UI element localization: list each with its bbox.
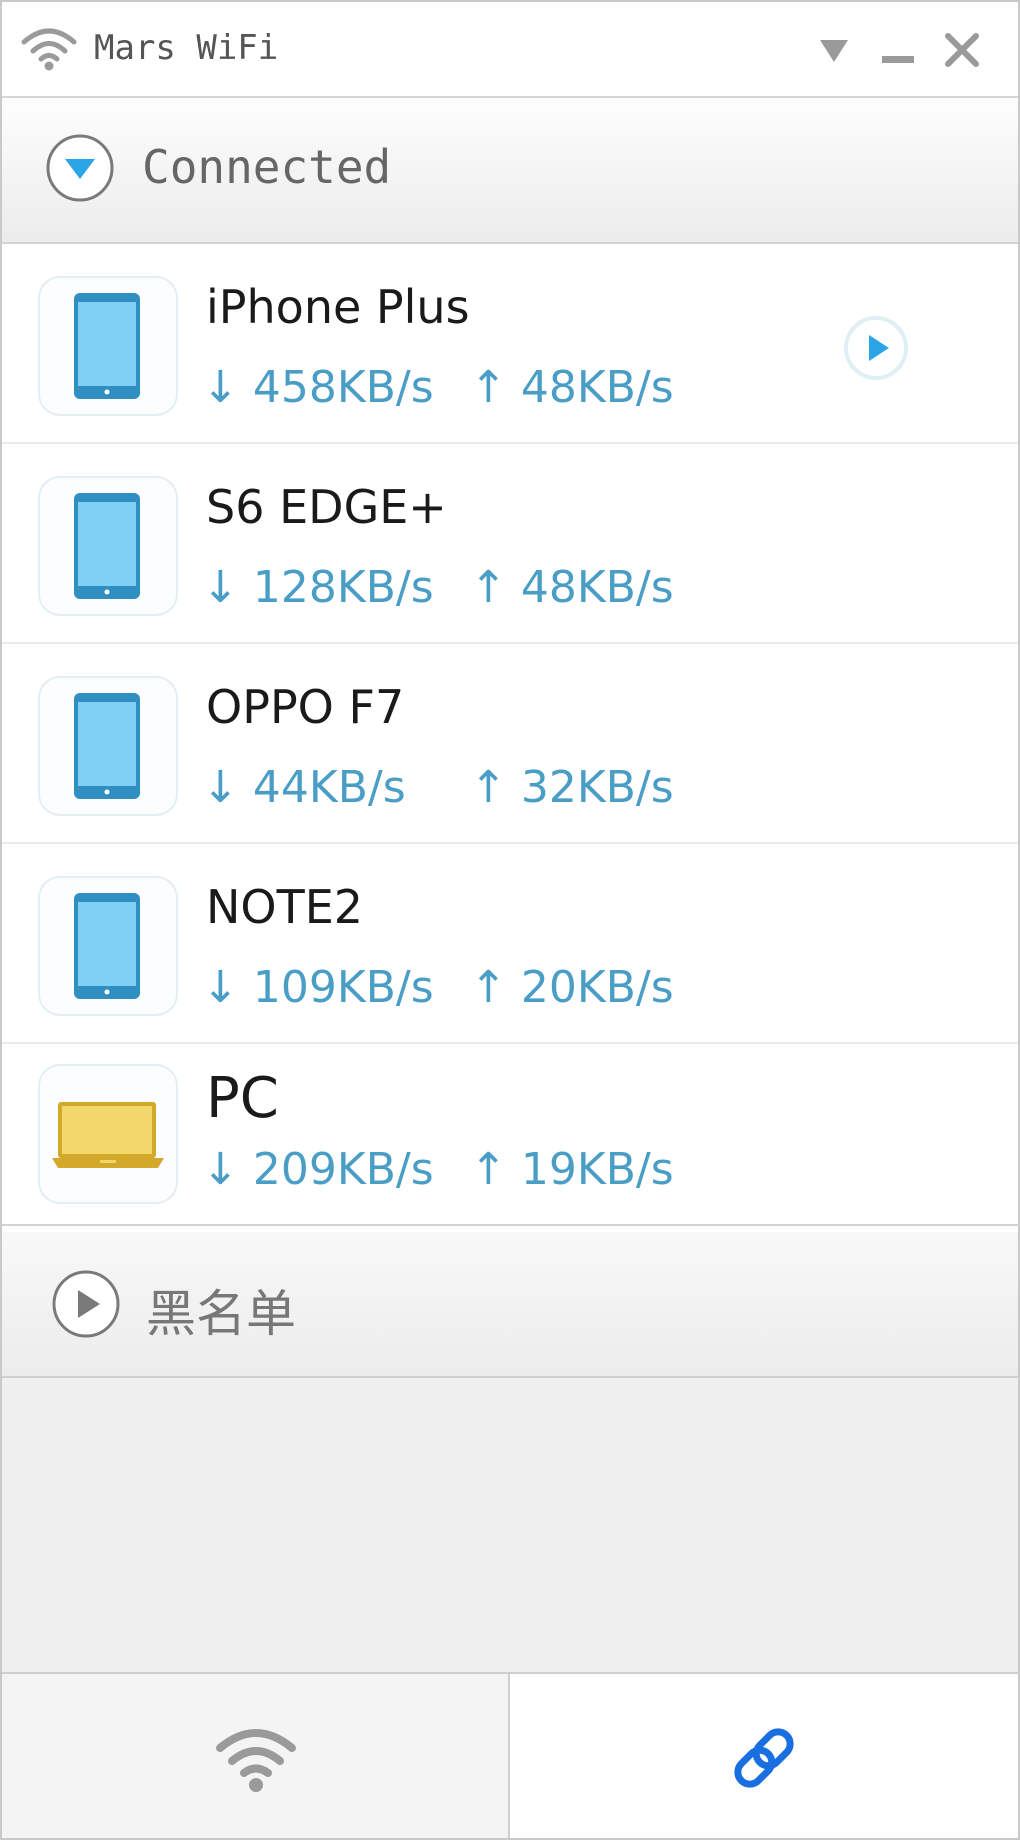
blacklist-section-header[interactable]: 黑名单 bbox=[2, 1232, 1018, 1378]
upload-speed: ↑ 48KB/s bbox=[470, 362, 674, 413]
upload-value: 20KB/s bbox=[520, 962, 674, 1013]
upload-speed: ↑ 20KB/s bbox=[470, 962, 674, 1013]
window-title: Mars WiFi bbox=[94, 28, 279, 68]
download-value: 128KB/s bbox=[252, 562, 434, 613]
wifi-icon bbox=[21, 28, 77, 71]
chevron-down-circle-icon bbox=[46, 134, 114, 202]
upload-value: 32KB/s bbox=[520, 762, 674, 813]
download-speed: ↓ 44KB/s bbox=[202, 762, 406, 813]
download-value: 44KB/s bbox=[252, 762, 406, 813]
download-value: 109KB/s bbox=[252, 962, 434, 1013]
tablet-icon bbox=[74, 893, 140, 999]
wifi-icon bbox=[216, 1729, 296, 1792]
download-arrow-icon: ↓ bbox=[202, 962, 239, 1013]
tab-link[interactable] bbox=[510, 1674, 1018, 1838]
tablet-icon bbox=[74, 693, 140, 799]
device-name: S6 EDGE+ bbox=[206, 480, 447, 534]
device-row-iphone-plus[interactable]: iPhone Plus ↓ 458KB/s ↑ 48KB/s bbox=[2, 244, 1018, 444]
tablet-icon bbox=[74, 293, 140, 399]
download-speed: ↓ 209KB/s bbox=[202, 1144, 434, 1195]
minimize-icon bbox=[882, 56, 914, 63]
dropdown-triangle-icon bbox=[820, 40, 848, 62]
upload-arrow-icon: ↑ bbox=[470, 762, 507, 813]
device-icon-tile bbox=[38, 1064, 178, 1204]
device-row-oppo-f7[interactable]: OPPO F7 ↓ 44KB/s ↑ 32KB/s bbox=[2, 644, 1018, 844]
minimize-button[interactable] bbox=[876, 28, 920, 72]
tablet-icon bbox=[74, 493, 140, 599]
mars-wifi-window: Mars WiFi Connected iPhone Plus ↓ 458KB/… bbox=[0, 0, 1020, 1840]
device-row-s6-edge[interactable]: S6 EDGE+ ↓ 128KB/s ↑ 48KB/s bbox=[2, 444, 1018, 644]
download-arrow-icon: ↓ bbox=[202, 762, 239, 813]
upload-arrow-icon: ↑ bbox=[470, 1144, 507, 1195]
bottom-tab-bar bbox=[2, 1672, 1018, 1838]
link-icon bbox=[734, 1728, 794, 1788]
device-row-note2[interactable]: NOTE2 ↓ 109KB/s ↑ 20KB/s bbox=[2, 844, 1018, 1044]
upload-speed: ↑ 19KB/s bbox=[470, 1144, 674, 1195]
download-speed: ↓ 458KB/s bbox=[202, 362, 434, 413]
upload-value: 48KB/s bbox=[520, 362, 674, 413]
upload-arrow-icon: ↑ bbox=[470, 362, 507, 413]
dropdown-menu-button[interactable] bbox=[812, 28, 856, 72]
device-name: OPPO F7 bbox=[206, 680, 405, 734]
device-list: iPhone Plus ↓ 458KB/s ↑ 48KB/s S6 EDGE+ ↓ 1… bbox=[2, 244, 1018, 1226]
upload-value: 19KB/s bbox=[520, 1144, 674, 1195]
device-icon-tile bbox=[38, 276, 178, 416]
play-circle-icon bbox=[52, 1270, 120, 1338]
close-icon bbox=[945, 33, 979, 67]
download-speed: ↓ 109KB/s bbox=[202, 962, 434, 1013]
upload-arrow-icon: ↑ bbox=[470, 562, 507, 613]
device-row-pc[interactable]: PC ↓ 209KB/s ↑ 19KB/s bbox=[2, 1044, 1018, 1226]
play-circle-icon[interactable] bbox=[842, 314, 910, 382]
device-name: PC bbox=[206, 1066, 279, 1131]
device-name: iPhone Plus bbox=[206, 280, 470, 334]
tab-wifi[interactable] bbox=[2, 1674, 510, 1838]
device-icon-tile bbox=[38, 876, 178, 1016]
download-speed: ↓ 128KB/s bbox=[202, 562, 434, 613]
device-icon-tile bbox=[38, 476, 178, 616]
blacklist-section-label: 黑名单 bbox=[146, 1285, 296, 1343]
title-bar[interactable]: Mars WiFi bbox=[2, 2, 1018, 98]
upload-speed: ↑ 48KB/s bbox=[470, 562, 674, 613]
device-name: NOTE2 bbox=[206, 880, 364, 934]
download-value: 209KB/s bbox=[252, 1144, 434, 1195]
upload-speed: ↑ 32KB/s bbox=[470, 762, 674, 813]
connected-section-label: Connected bbox=[142, 140, 392, 194]
download-arrow-icon: ↓ bbox=[202, 362, 239, 413]
empty-list-area bbox=[2, 1378, 1018, 1672]
download-arrow-icon: ↓ bbox=[202, 562, 239, 613]
connected-section-header[interactable]: Connected bbox=[2, 98, 1018, 244]
upload-arrow-icon: ↑ bbox=[470, 962, 507, 1013]
download-value: 458KB/s bbox=[252, 362, 434, 413]
download-arrow-icon: ↓ bbox=[202, 1144, 239, 1195]
close-button[interactable] bbox=[940, 28, 984, 72]
laptop-icon bbox=[52, 1102, 164, 1168]
device-icon-tile bbox=[38, 676, 178, 816]
upload-value: 48KB/s bbox=[520, 562, 674, 613]
